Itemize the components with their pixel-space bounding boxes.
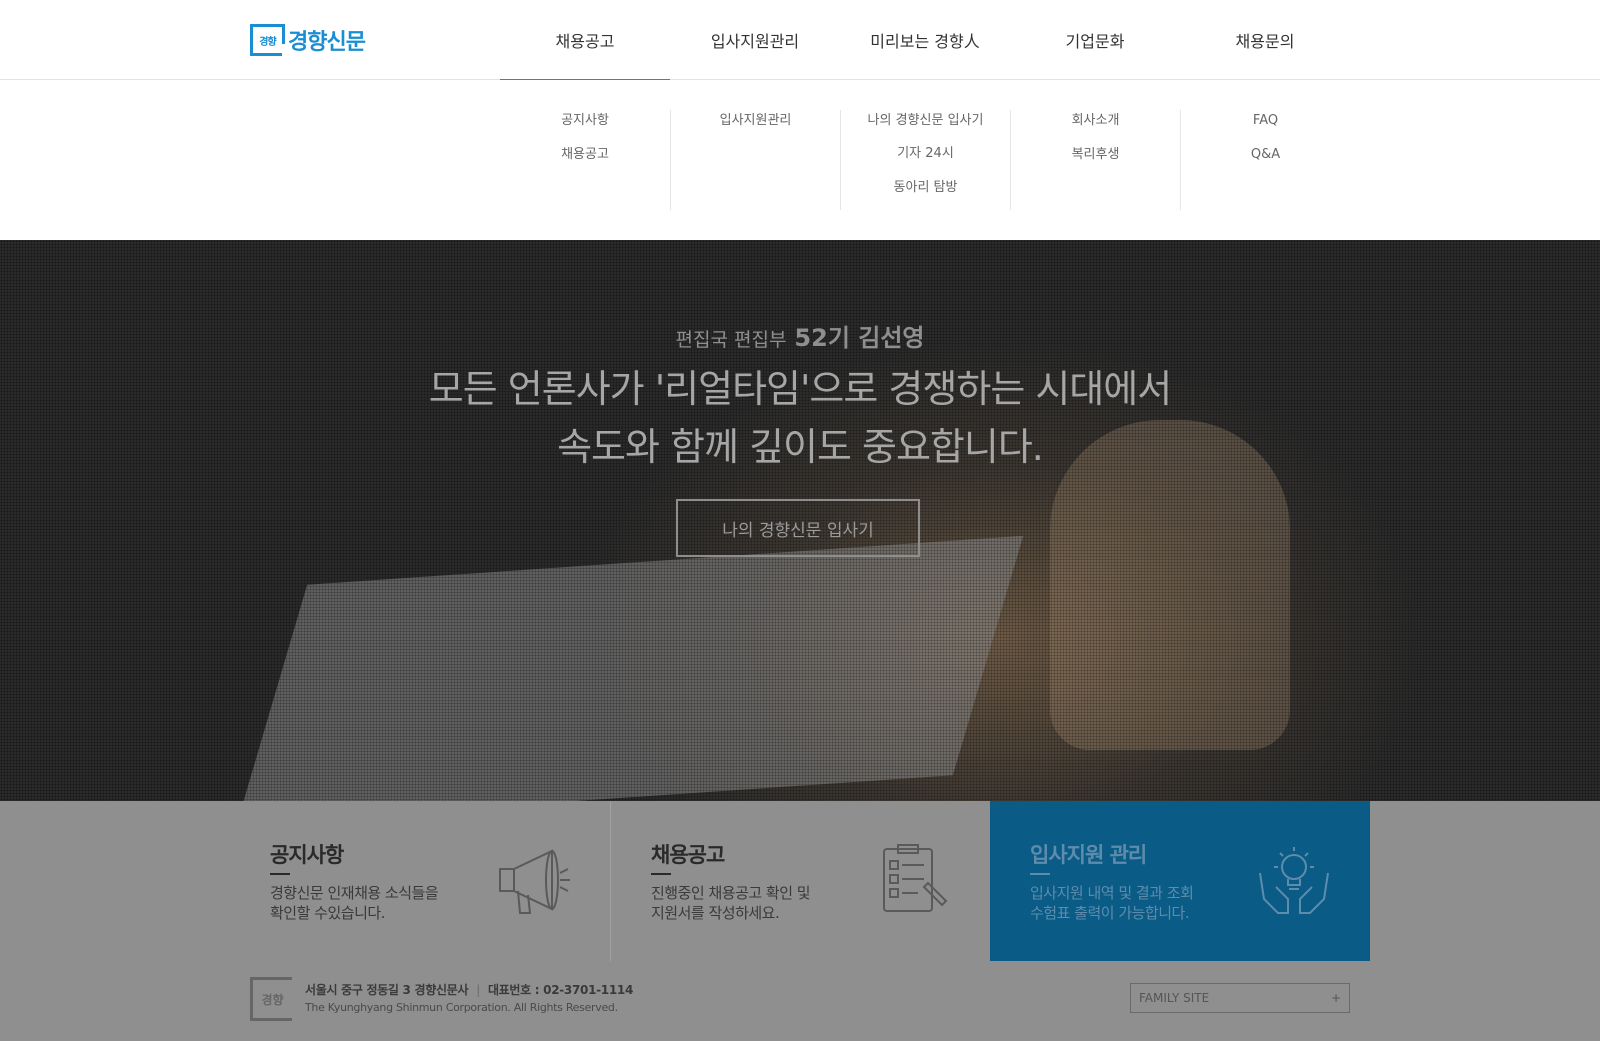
footer-separator: |	[476, 983, 480, 997]
plus-icon: +	[1330, 991, 1341, 1005]
footer: 경향 서울시 중구 정동길 3 경향신문사 | 대표번호 : 02-3701-111…	[0, 961, 1600, 1041]
submenu-panel: 공지사항 채용공고 입사지원관리 나의 경향신문 입사기 기자 24시 동아리 …	[0, 80, 1600, 240]
family-site-label: FAMILY SITE	[1139, 991, 1210, 1005]
nav-item-jobs[interactable]: 채용공고	[500, 0, 670, 81]
quick-box-notice[interactable]: 공지사항 경향신문 인재채용 소식들을 확인할 수있습니다.	[230, 801, 610, 961]
hero-title-line2: 속도와 함께 깊이도 중요합니다.	[557, 425, 1044, 469]
quick-desc-line2: 수험표 출력이 가능합니다.	[1030, 904, 1190, 922]
main-nav: 채용공고 입사지원관리 미리보는 경향人 기업문화 채용문의	[500, 0, 1350, 81]
hero-story-button[interactable]: 나의 경향신문 입사기	[676, 499, 920, 557]
footer-phone: 대표번호 : 02-3701-1114	[487, 983, 634, 997]
nav-item-inquiry[interactable]: 채용문의	[1180, 0, 1350, 80]
submenu-link-reporter[interactable]: 기자 24시	[897, 143, 954, 176]
quick-desc-line1: 경향신문 인재채용 소식들을	[270, 884, 439, 902]
footer-logo: 경향	[250, 977, 292, 1021]
quick-desc: 입사지원 내역 및 결과 조회 수험표 출력이 가능합니다.	[1030, 883, 1230, 923]
page: 경향 경향신문 채용공고 입사지원관리 미리보는 경향人 기업문화 채용문의 공…	[0, 0, 1600, 1041]
megaphone-icon	[499, 849, 570, 914]
submenu-link-faq[interactable]: FAQ	[1253, 110, 1278, 144]
submenu-col-inquiry: FAQ Q&A	[1180, 110, 1350, 210]
footer-address-text: 서울시 중구 정동길 3 경향신문사	[305, 983, 469, 997]
hero-dept: 편집국 편집부	[675, 329, 787, 351]
hero-title-line1: 모든 언론사가 '리얼타임'으로 경쟁하는 시대에서	[428, 367, 1172, 411]
logo-mark-icon: 경향	[250, 24, 285, 56]
quick-box-jobs[interactable]: 채용공고 진행중인 채용공고 확인 및 지원서를 작성하세요.	[610, 801, 990, 961]
submenu-link-jobs[interactable]: 채용공고	[561, 144, 609, 178]
quick-desc: 진행중인 채용공고 확인 및 지원서를 작성하세요.	[651, 883, 851, 923]
hero-name: 52기 김선영	[794, 324, 925, 352]
checklist-icon	[883, 844, 948, 912]
hero-banner: 편집국 편집부 52기 김선영 모든 언론사가 '리얼타임'으로 경쟁하는 시대에…	[0, 240, 1600, 801]
submenu-link-about[interactable]: 회사소개	[1072, 110, 1120, 144]
submenu-col-jobs: 공지사항 채용공고	[500, 110, 670, 210]
quick-desc-line2: 지원서를 작성하세요.	[651, 904, 780, 922]
quick-box-application[interactable]: 입사지원 관리 입사지원 내역 및 결과 조회 수험표 출력이 가능합니다.	[990, 801, 1370, 961]
logo-text: 경향신문	[288, 30, 366, 55]
footer-copyright: The Kyunghyang Shinmun Corporation. All …	[305, 1001, 618, 1014]
quick-desc: 경향신문 인재채용 소식들을 확인할 수있습니다.	[270, 883, 470, 923]
quick-divider	[270, 873, 290, 875]
footer-logo-text: 경향	[261, 992, 284, 1007]
submenu-col-culture: 회사소개 복리후생	[1010, 110, 1180, 210]
nav-item-culture[interactable]: 기업문화	[1010, 0, 1180, 80]
submenu-link-application[interactable]: 입사지원관리	[720, 110, 792, 144]
quick-title: 채용공고	[651, 843, 725, 867]
submenu-link-notice[interactable]: 공지사항	[561, 110, 609, 144]
quick-divider	[1030, 873, 1050, 875]
logo-mark-text: 경향	[259, 36, 276, 48]
submenu-columns: 공지사항 채용공고 입사지원관리 나의 경향신문 입사기 기자 24시 동아리 …	[500, 110, 1350, 210]
lightbulb-hands-icon	[1259, 847, 1329, 914]
quick-title: 공지사항	[270, 843, 344, 867]
submenu-link-qna[interactable]: Q&A	[1251, 144, 1280, 178]
hero-subtitle: 편집국 편집부 52기 김선영	[0, 318, 1600, 353]
hero-title: 모든 언론사가 '리얼타임'으로 경쟁하는 시대에서 속도와 함께 깊이도 중요…	[0, 360, 1600, 476]
submenu-col-application: 입사지원관리	[670, 110, 840, 210]
logo[interactable]: 경향 경향신문	[250, 24, 366, 56]
quick-desc-line2: 확인할 수있습니다.	[270, 904, 385, 922]
quick-divider	[651, 873, 671, 875]
quick-title: 입사지원 관리	[1030, 843, 1147, 867]
family-site-select[interactable]: FAMILY SITE +	[1130, 983, 1350, 1013]
submenu-link-club[interactable]: 동아리 탐방	[894, 177, 958, 210]
quick-desc-line1: 입사지원 내역 및 결과 조회	[1030, 884, 1194, 902]
nav-item-preview[interactable]: 미리보는 경향人	[840, 0, 1010, 80]
submenu-link-welfare[interactable]: 복리후생	[1072, 144, 1120, 178]
quick-links: 공지사항 경향신문 인재채용 소식들을 확인할 수있습니다. 채용공고 진행중인…	[0, 801, 1600, 961]
footer-address: 서울시 중구 정동길 3 경향신문사 | 대표번호 : 02-3701-1114	[305, 981, 633, 998]
submenu-col-preview: 나의 경향신문 입사기 기자 24시 동아리 탐방	[840, 110, 1010, 210]
nav-item-application[interactable]: 입사지원관리	[670, 0, 840, 80]
header: 경향 경향신문 채용공고 입사지원관리 미리보는 경향人 기업문화 채용문의	[0, 0, 1600, 81]
submenu-link-story[interactable]: 나의 경향신문 입사기	[868, 110, 984, 143]
quick-desc-line1: 진행중인 채용공고 확인 및	[651, 884, 811, 902]
